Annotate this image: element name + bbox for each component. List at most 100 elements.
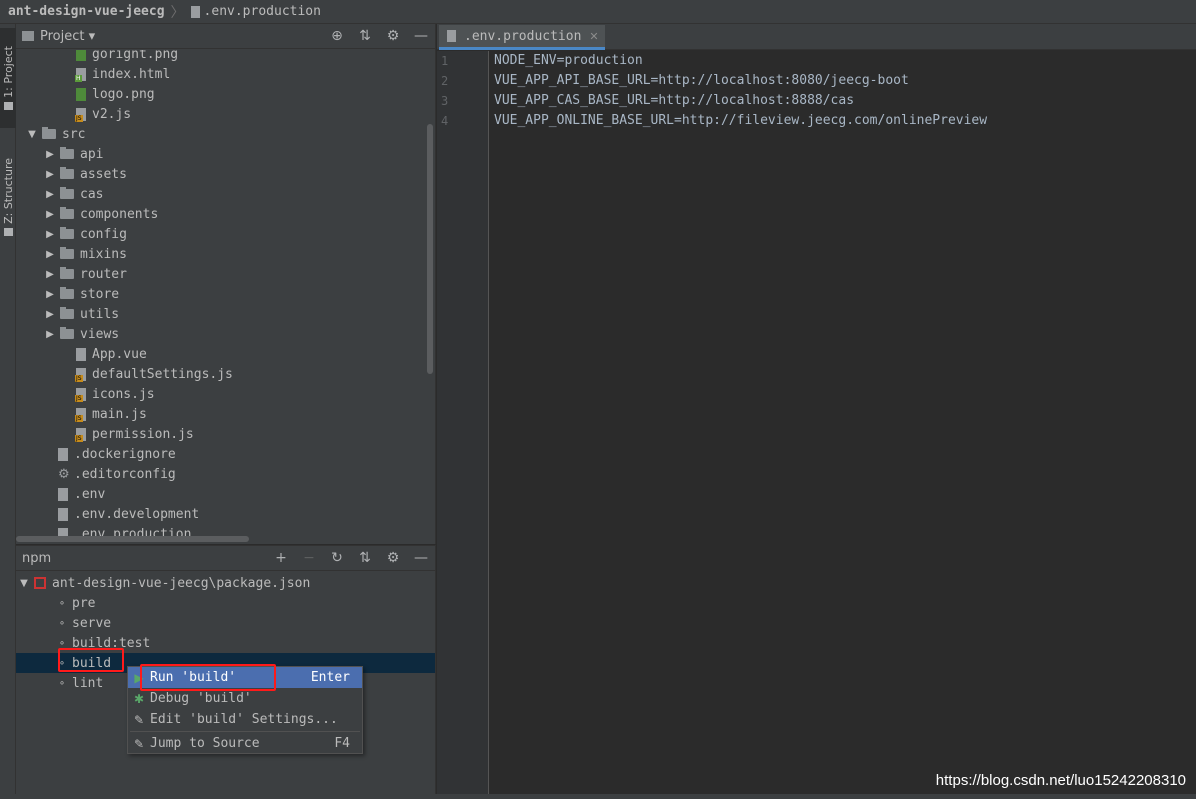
chevron-right-icon[interactable]: ▶ [44, 229, 56, 240]
chevron-right-icon[interactable]: ▶ [44, 209, 56, 220]
tree-item[interactable]: logo.png [16, 84, 426, 104]
gear-icon[interactable]: ⚙ [385, 28, 401, 44]
add-icon[interactable]: + [273, 550, 289, 566]
tree-item[interactable]: .env [16, 484, 426, 504]
project-tool-tab[interactable]: 1: Project [0, 28, 16, 128]
npm-script-pre[interactable]: ∘ pre [16, 593, 435, 613]
code-line[interactable]: VUE_APP_API_BASE_URL=http://localhost:80… [494, 71, 909, 91]
menu-item-jump[interactable]: ✎ Jump to Source F4 [128, 733, 362, 754]
code-line[interactable]: VUE_APP_ONLINE_BASE_URL=http://fileview.… [494, 111, 987, 131]
tree-item-label: components [80, 206, 159, 222]
code-line[interactable]: VUE_APP_CAS_BASE_URL=http://localhost:88… [494, 91, 854, 111]
structure-icon [3, 227, 13, 236]
folder-icon [60, 287, 74, 299]
breadcrumb-project[interactable]: ant-design-vue-jeecg [8, 4, 165, 19]
menu-item-shortcut: F4 [334, 736, 350, 751]
chevron-right-icon[interactable]: ▶ [44, 269, 56, 280]
tree-item[interactable]: .env.development [16, 504, 426, 524]
tree-item[interactable]: ▶ store [16, 284, 426, 304]
bullet-icon: ∘ [58, 677, 66, 689]
project-tab-label: 1: Project [1, 46, 15, 98]
close-icon[interactable]: ✕ [589, 30, 598, 43]
tree-horizontal-scrollbar[interactable] [16, 536, 249, 542]
chevron-right-icon[interactable]: ▶ [44, 249, 56, 260]
project-view-selector[interactable]: Project ▾ [40, 29, 95, 44]
npm-panel-header: npm + − ↻ ⇅ ⚙ — [16, 546, 435, 571]
tree-item[interactable]: permission.js [16, 424, 426, 444]
tree-item[interactable]: ▶ views [16, 324, 426, 344]
chevron-right-icon[interactable]: ▶ [44, 289, 56, 300]
line-number: 3 [441, 94, 449, 108]
package-json-icon [34, 577, 46, 589]
minimize-icon[interactable]: — [413, 28, 429, 44]
folder-icon [60, 147, 74, 159]
project-tree: gorignt.png index.html logo.png v2.js ▼ src ▶ a… [16, 50, 436, 544]
npm-script-label: serve [72, 615, 112, 631]
tree-item[interactable]: ▶ mixins [16, 244, 426, 264]
tree-item[interactable]: ▼ src [16, 124, 426, 144]
tree-item[interactable]: ▶ utils [16, 304, 426, 324]
tree-item[interactable]: ⚙ .editorconfig [16, 464, 426, 484]
refresh-icon[interactable]: ↻ [329, 550, 345, 566]
tree-vertical-scrollbar[interactable] [427, 124, 433, 374]
js-file-icon [75, 427, 86, 442]
collapse-all-icon[interactable]: ⇅ [357, 28, 373, 44]
tree-item[interactable]: ▶ api [16, 144, 426, 164]
npm-package-node[interactable]: ▼ ant-design-vue-jeecg\package.json [16, 573, 435, 593]
collapse-all-icon[interactable]: ⇅ [357, 550, 373, 566]
tree-item-label: gorignt.png [92, 50, 179, 62]
tree-item[interactable]: v2.js [16, 104, 426, 124]
project-panel: Project ▾ ⊕ ⇅ ⚙ — gorignt.png index.html l… [16, 24, 436, 544]
tree-item-label: .editorconfig [74, 466, 176, 482]
gear-icon[interactable]: ⚙ [385, 550, 401, 566]
code-editor[interactable]: NODE_ENV=production VUE_APP_API_BASE_URL=… [490, 51, 1196, 799]
tree-item[interactable]: index.html [16, 64, 426, 84]
tree-item[interactable]: icons.js [16, 384, 426, 404]
menu-item-label: Debug 'build' [150, 691, 252, 706]
chevron-right-icon[interactable]: ▶ [44, 329, 56, 340]
run-build-highlight-box [140, 664, 276, 691]
chevron-down-icon[interactable]: ▼ [18, 578, 30, 589]
navigation-bar: ant-design-vue-jeecg 〉 .env.production [0, 0, 1196, 24]
tree-item-label: icons.js [92, 386, 155, 402]
npm-script-serve[interactable]: ∘ serve [16, 613, 435, 633]
minimize-icon[interactable]: — [413, 550, 429, 566]
chevron-right-icon[interactable]: ▶ [44, 189, 56, 200]
chevron-right-icon[interactable]: ▶ [44, 309, 56, 320]
menu-item-debug[interactable]: ✱ Debug 'build' [128, 688, 362, 709]
tree-item[interactable]: .dockerignore [16, 444, 426, 464]
file-icon [447, 30, 456, 42]
tab-env-production[interactable]: .env.production ✕ [439, 25, 605, 50]
tab-label: .env.production [464, 28, 582, 44]
tree-item-label: router [80, 266, 127, 282]
vue-file-icon [76, 347, 86, 361]
jump-icon: ✎ [133, 736, 145, 751]
tree-item[interactable]: ▶ components [16, 204, 426, 224]
tree-item[interactable]: ▶ config [16, 224, 426, 244]
tree-item[interactable]: ▶ assets [16, 164, 426, 184]
structure-tool-tab[interactable]: Z: Structure [0, 142, 16, 252]
tree-item[interactable]: gorignt.png [16, 50, 426, 64]
tree-item[interactable]: ▶ router [16, 264, 426, 284]
npm-script-label: pre [72, 595, 96, 611]
tree-item[interactable]: App.vue [16, 344, 426, 364]
doc-file-icon [58, 447, 68, 461]
doc-file-icon [58, 487, 68, 501]
folder-icon [60, 207, 74, 219]
folder-icon [60, 267, 74, 279]
chevron-down-icon[interactable]: ▼ [26, 129, 38, 140]
chevron-right-icon[interactable]: ▶ [44, 149, 56, 160]
tree-item[interactable]: defaultSettings.js [16, 364, 426, 384]
tree-item[interactable]: main.js [16, 404, 426, 424]
breadcrumb-separator: 〉 [170, 4, 185, 21]
code-line[interactable]: NODE_ENV=production [494, 51, 643, 71]
menu-item-edit[interactable]: ✎ Edit 'build' Settings... [128, 709, 362, 730]
locate-icon[interactable]: ⊕ [329, 28, 345, 44]
remove-icon[interactable]: − [301, 550, 317, 566]
tree-item[interactable]: ▶ cas [16, 184, 426, 204]
breadcrumb-file[interactable]: .env.production [204, 4, 321, 19]
watermark-text: https://blog.csdn.net/luo15242208310 [935, 772, 1186, 789]
js-file-icon [75, 407, 86, 422]
tree-item-label: utils [80, 306, 120, 322]
chevron-right-icon[interactable]: ▶ [44, 169, 56, 180]
